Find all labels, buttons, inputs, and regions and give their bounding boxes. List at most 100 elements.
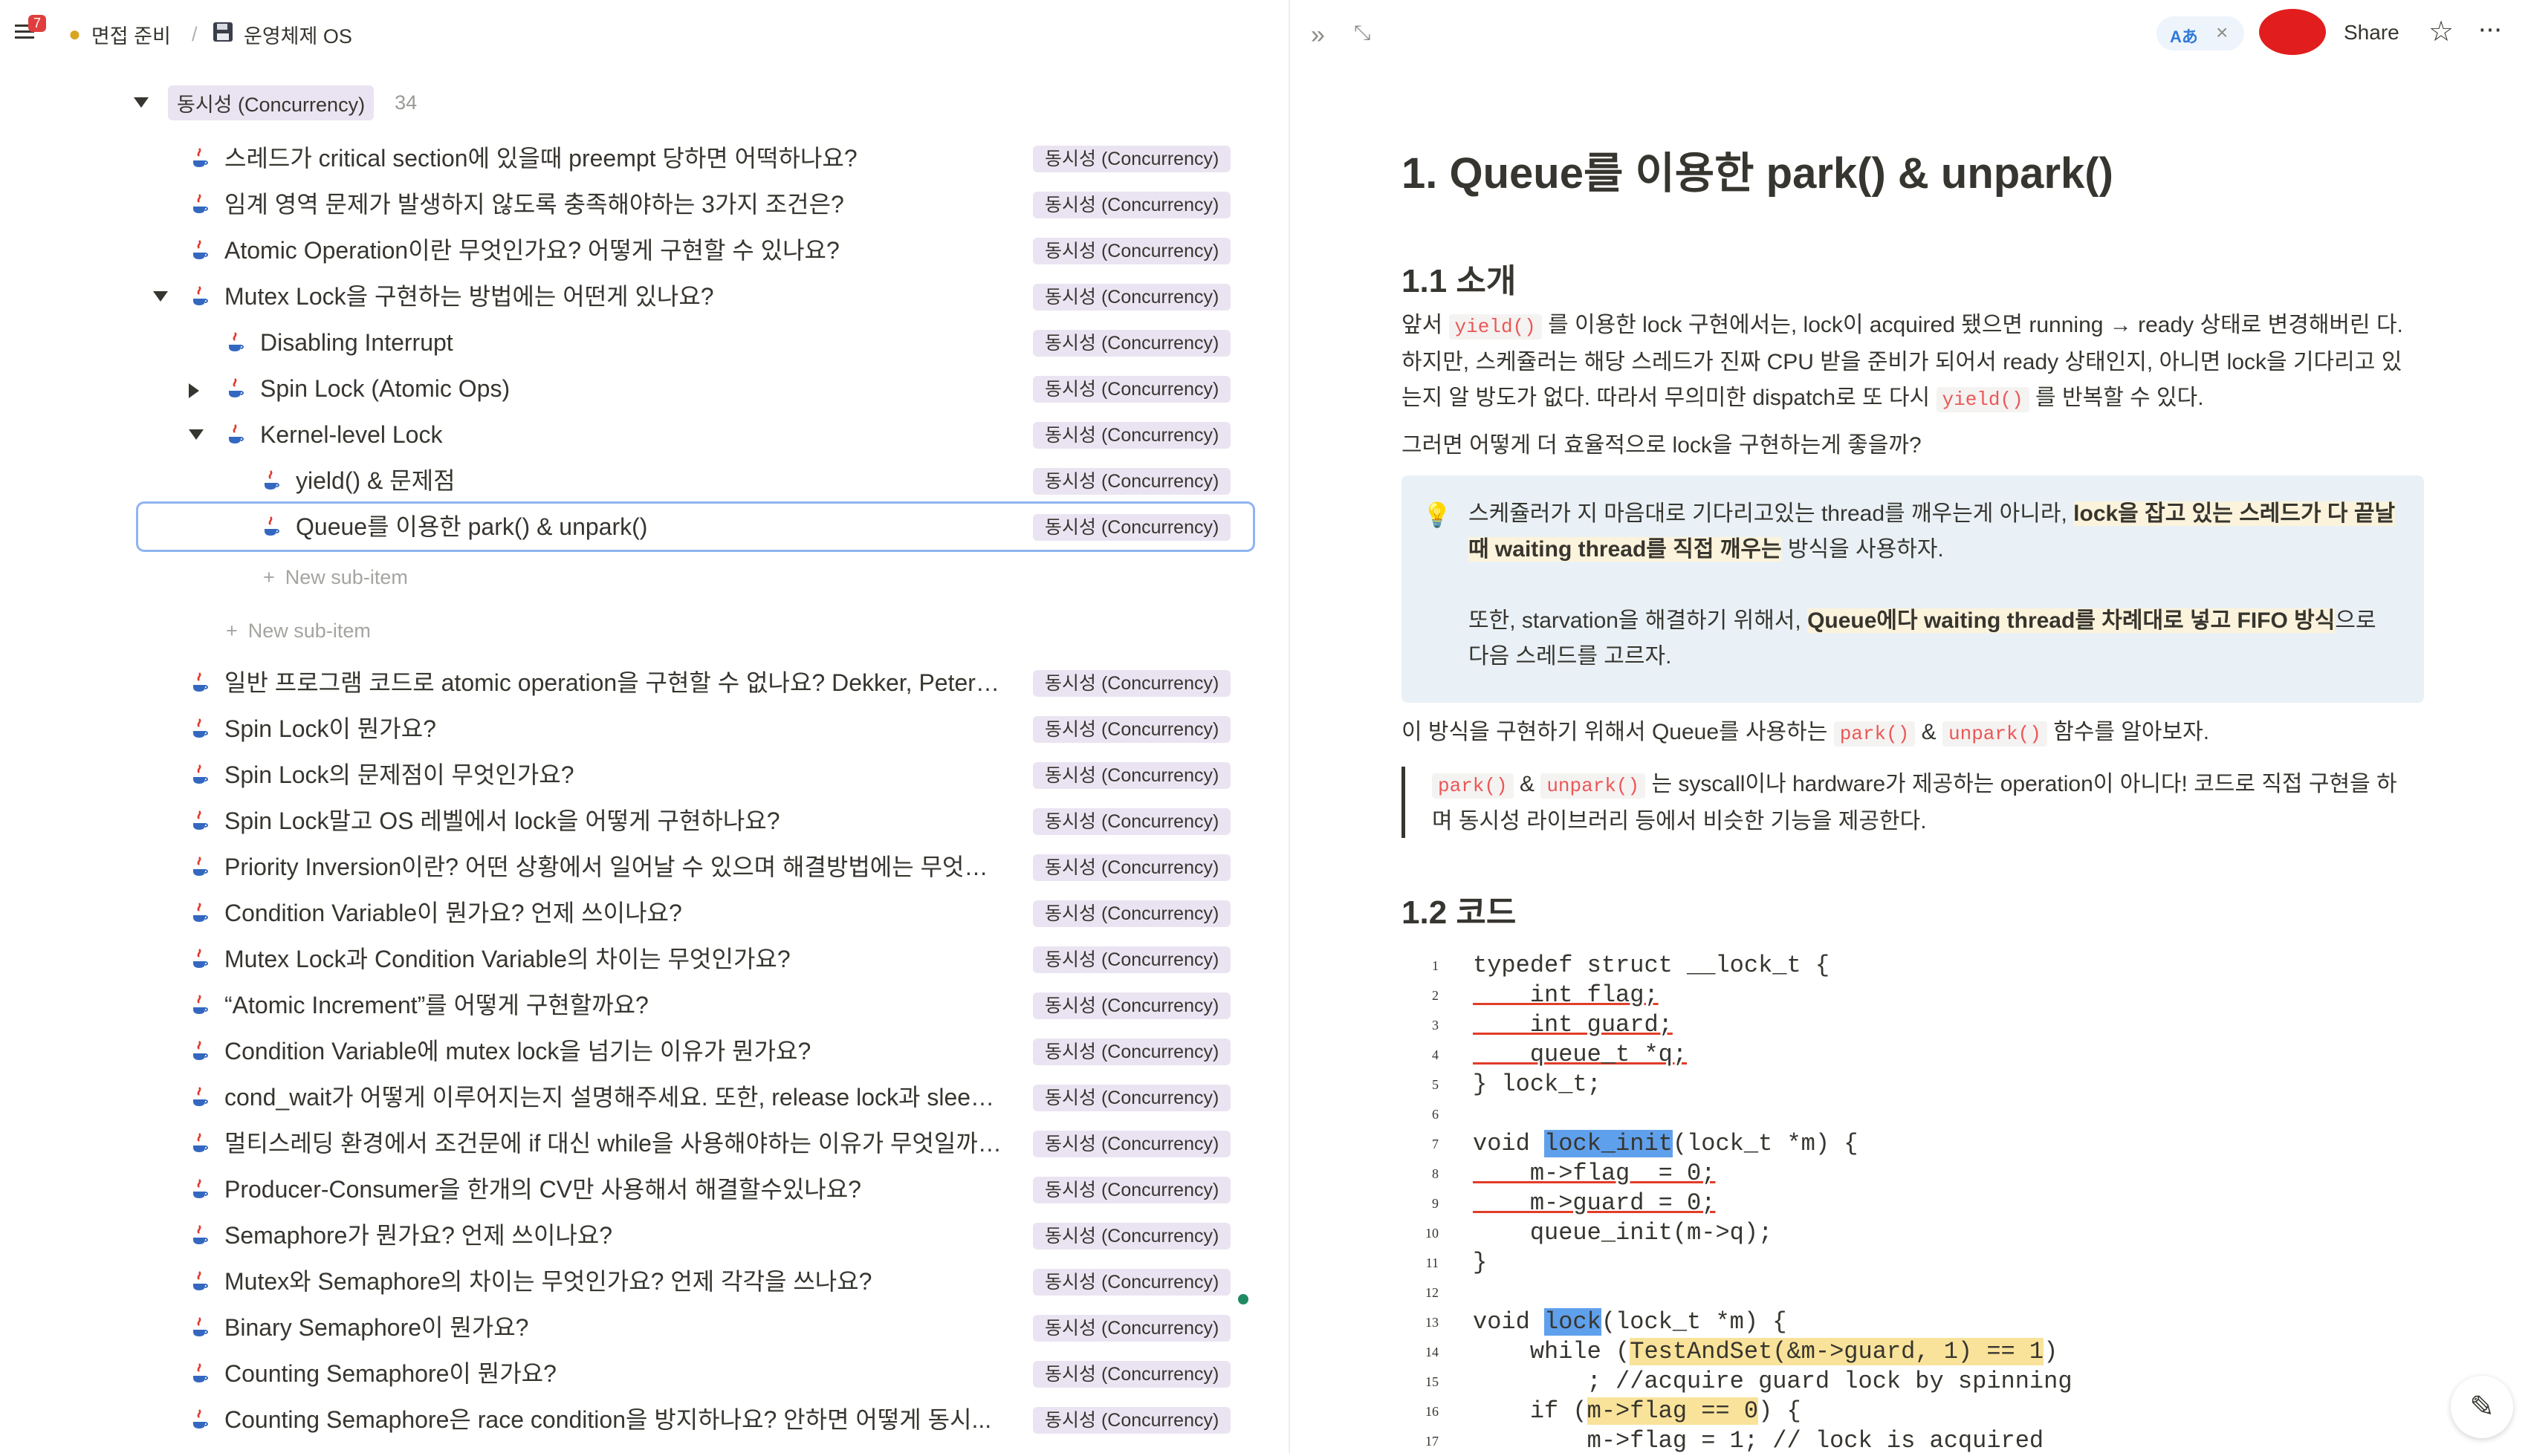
list-item[interactable]: Spin Lock말고 OS 레벨에서 lock을 어떻게 구현하나요? 동시성 … <box>134 798 1256 844</box>
list-item-title[interactable]: Semaphore가 뭔가요? 언제 쓰이나요? <box>224 1212 1002 1258</box>
toggle-collapsed-icon[interactable] <box>189 383 199 398</box>
edit-pen-button[interactable]: ✎ <box>2451 1376 2513 1438</box>
translate-label: Aあ <box>2170 27 2198 46</box>
list-item-title[interactable]: cond_wait가 어떻게 이루어지는지 설명해주세요. 또한, releas… <box>224 1074 1002 1120</box>
list-item[interactable]: Mutex Lock과 Condition Variable의 차이는 무엇인가… <box>134 936 1256 982</box>
list-item-title[interactable]: Spin Lock이 뭔가요? <box>224 706 1002 752</box>
inline-code: yield() <box>1936 387 2029 412</box>
list-item[interactable]: 임계 영역 문제가 발생하지 않도록 충족해야하는 3가지 조건은? 동시성 (C… <box>134 181 1256 227</box>
list-item[interactable]: yield() & 문제점 동시성 (Concurrency) <box>134 458 1256 504</box>
list-item[interactable]: Spin Lock이 뭔가요? 동시성 (Concurrency) <box>134 706 1256 752</box>
new-sub-item[interactable]: + New sub-item <box>226 612 371 649</box>
list-item-title[interactable]: Spin Lock의 문제점이 무엇인가요? <box>224 752 1002 798</box>
list-item-title[interactable]: 멀티스레딩 환경에서 조건문에 if 대신 while을 사용해야하는 이유가 … <box>224 1120 1002 1166</box>
list-item-title[interactable]: “Atomic Increment”를 어떻게 구현할까요? <box>224 982 1002 1028</box>
share-button[interactable]: Share <box>2344 21 2399 45</box>
toggle-expanded-icon[interactable] <box>134 97 149 108</box>
avatar[interactable] <box>2259 9 2326 55</box>
category-tag: 동시성 (Concurrency) <box>1033 1085 1231 1111</box>
group-header[interactable]: 동시성 (Concurrency) 34 <box>134 82 417 123</box>
list-item-title[interactable]: Mutex와 Semaphore의 차이는 무엇인가요? 언제 각각을 쓰나요? <box>224 1258 1002 1304</box>
list-item-title[interactable]: Mutex Lock과 Condition Variable의 차이는 무엇인가… <box>224 936 1002 982</box>
breadcrumb-item-interview[interactable]: ● 면접 준비 <box>68 18 171 51</box>
list-item[interactable]: Condition Variable이 뭔가요? 언제 쓰이나요? 동시성 (Co… <box>134 890 1256 936</box>
list-item-title[interactable]: Mutex Lock을 구현하는 방법에는 어떤게 있나요? <box>224 273 1002 319</box>
group-label: 동시성 (Concurrency) <box>168 85 375 120</box>
line-number: 5 <box>1432 1077 1439 1092</box>
list-item-title[interactable]: Condition Variable에 mutex lock을 넘기는 이유가 … <box>224 1028 1002 1074</box>
list-item[interactable]: Disabling Interrupt 동시성 (Concurrency) <box>134 319 1256 365</box>
list-item[interactable]: Producer-Consumer을 한개의 CV만 사용해서 해결할수있나요?… <box>134 1166 1256 1212</box>
collapse-panel-icon[interactable]: » <box>1311 21 1325 50</box>
list-item-title[interactable]: Counting Semaphore이 뭔가요? <box>224 1351 1002 1397</box>
list-item-title[interactable]: Spin Lock (Atomic Ops) <box>260 365 1002 412</box>
line-number: 16 <box>1425 1404 1439 1419</box>
code-line: 5} lock_t; <box>1412 1070 2452 1099</box>
list-item-title[interactable]: Condition Variable이 뭔가요? 언제 쓰이나요? <box>224 890 1002 936</box>
list-item[interactable]: Semaphore가 뭔가요? 언제 쓰이나요? 동시성 (Concurrency… <box>134 1212 1256 1258</box>
list-item[interactable]: Condition Variable에 mutex lock을 넘기는 이유가 … <box>134 1028 1256 1074</box>
line-number: 6 <box>1432 1107 1439 1122</box>
list-item[interactable]: 일반 프로그램 코드로 atomic operation을 구현할 수 없나요?… <box>134 660 1256 706</box>
list-item-title[interactable]: Queue를 이용한 park() & unpark() <box>296 504 1002 550</box>
line-number: 17 <box>1425 1434 1439 1449</box>
code-text: int guard; <box>1473 1011 1673 1039</box>
list-item-title[interactable]: Kernel-level Lock <box>260 412 1002 458</box>
category-tag: 동시성 (Concurrency) <box>1033 854 1231 881</box>
list-item-title[interactable]: Disabling Interrupt <box>260 319 1002 365</box>
list-item[interactable]: Mutex와 Semaphore의 차이는 무엇인가요? 언제 각각을 쓰나요?… <box>134 1258 1256 1304</box>
menu-button[interactable]: 7 <box>15 15 47 51</box>
list-item[interactable]: Spin Lock (Atomic Ops) 동시성 (Concurrency) <box>134 365 1256 412</box>
line-number: 11 <box>1425 1255 1439 1270</box>
list-item[interactable]: Atomic Operation이란 무엇인가요? 어떻게 구현할 수 있나요?… <box>134 227 1256 273</box>
list-item[interactable]: Counting Semaphore이 뭔가요? 동시성 (Concurrency… <box>134 1351 1256 1397</box>
toggle-expanded-icon[interactable] <box>189 429 204 440</box>
list-item[interactable]: Queue를 이용한 park() & unpark() 동시성 (Concurr… <box>136 501 1255 552</box>
list-item-title[interactable]: Priority Inversion이란? 어떤 상황에서 일어날 수 있으며 … <box>224 844 1002 890</box>
list-item[interactable]: Counting Semaphore은 race condition을 방지하나… <box>134 1397 1256 1443</box>
category-tag: 동시성 (Concurrency) <box>1033 808 1231 835</box>
breadcrumb-item-os[interactable]: 운영체제 OS <box>213 18 352 51</box>
list-item-title[interactable]: 스레드가 critical section에 있을때 preempt 당하면 어… <box>224 135 1002 181</box>
more-icon[interactable]: ··· <box>2477 13 2503 45</box>
code-line: 10 queue_init(m->q); <box>1412 1218 2452 1248</box>
code-text: ; //acquire guard lock by spinning <box>1473 1368 2073 1395</box>
code-text: while (TestAndSet(&m->guard, 1) == 1) <box>1473 1337 2058 1367</box>
list-item-title[interactable]: Counting Semaphore은 race condition을 방지하나… <box>224 1397 1002 1443</box>
list-item[interactable]: “Atomic Increment”를 어떻게 구현할까요? 동시성 (Concu… <box>134 982 1256 1028</box>
code-line: 2 int flag; <box>1412 981 2452 1010</box>
page-title: 1. Queue를 이용한 park() & unpark() <box>1401 149 2113 198</box>
list-item[interactable]: Priority Inversion이란? 어떤 상황에서 일어날 수 있으며 … <box>134 844 1256 890</box>
paragraph-question: 그러면 어떻게 더 효율적으로 lock을 구현하는게 좋을까? <box>1401 433 1922 458</box>
list-item[interactable]: cond_wait가 어떻게 이루어지는지 설명해주세요. 또한, releas… <box>134 1074 1256 1120</box>
floppy-icon <box>213 22 233 48</box>
list-item-title[interactable]: Atomic Operation이란 무엇인가요? 어떻게 구현할 수 있나요? <box>224 227 1002 273</box>
category-tag: 동시성 (Concurrency) <box>1033 376 1231 403</box>
list-item-title[interactable]: yield() & 문제점 <box>296 458 1002 504</box>
list-item[interactable]: Binary Semaphore이 뭔가요? 동시성 (Concurrency) <box>134 1304 1256 1351</box>
list-item-title[interactable]: 일반 프로그램 코드로 atomic operation을 구현할 수 없나요?… <box>224 660 1002 706</box>
text: 방식을 사용하자. <box>1781 537 1944 562</box>
pane-divider[interactable] <box>1289 0 1290 1453</box>
code-line: 15 ; //acquire guard lock by spinning <box>1412 1367 2452 1397</box>
group-count: 34 <box>395 91 418 114</box>
list-item[interactable]: 멀티스레딩 환경에서 조건문에 if 대신 while을 사용해야하는 이유가 … <box>134 1120 1256 1166</box>
text: & <box>1513 772 1541 796</box>
line-number: 13 <box>1425 1315 1439 1330</box>
list-item-title[interactable]: Spin Lock말고 OS 레벨에서 lock을 어떻게 구현하나요? <box>224 798 1002 844</box>
list-item[interactable]: 스레드가 critical section에 있을때 preempt 당하면 어… <box>134 135 1256 181</box>
list-item[interactable]: Mutex Lock을 구현하는 방법에는 어떤게 있나요? 동시성 (Concu… <box>134 273 1256 319</box>
expand-icon[interactable]: ⤡ <box>1354 21 1370 45</box>
new-sub-item-nested[interactable]: + New sub-item <box>263 559 408 596</box>
toggle-expanded-icon[interactable] <box>153 291 168 302</box>
list-item-title[interactable]: Binary Semaphore이 뭔가요? <box>224 1304 1002 1351</box>
list-item-title[interactable]: 임계 영역 문제가 발생하지 않도록 충족해야하는 3가지 조건은? <box>224 181 1002 227</box>
star-icon[interactable]: ☆ <box>2428 15 2454 48</box>
list-item[interactable]: Kernel-level Lock 동시성 (Concurrency) <box>134 412 1256 458</box>
category-tag: 동시성 (Concurrency) <box>1033 238 1231 264</box>
close-icon[interactable]: × <box>2216 21 2228 45</box>
translate-pill[interactable]: Aあ × <box>2156 16 2244 51</box>
list-item-title[interactable]: Producer-Consumer을 한개의 CV만 사용해서 해결할수있나요? <box>224 1166 1002 1212</box>
java-icon <box>189 718 211 740</box>
list-item[interactable]: Spin Lock의 문제점이 무엇인가요? 동시성 (Concurrency) <box>134 752 1256 798</box>
